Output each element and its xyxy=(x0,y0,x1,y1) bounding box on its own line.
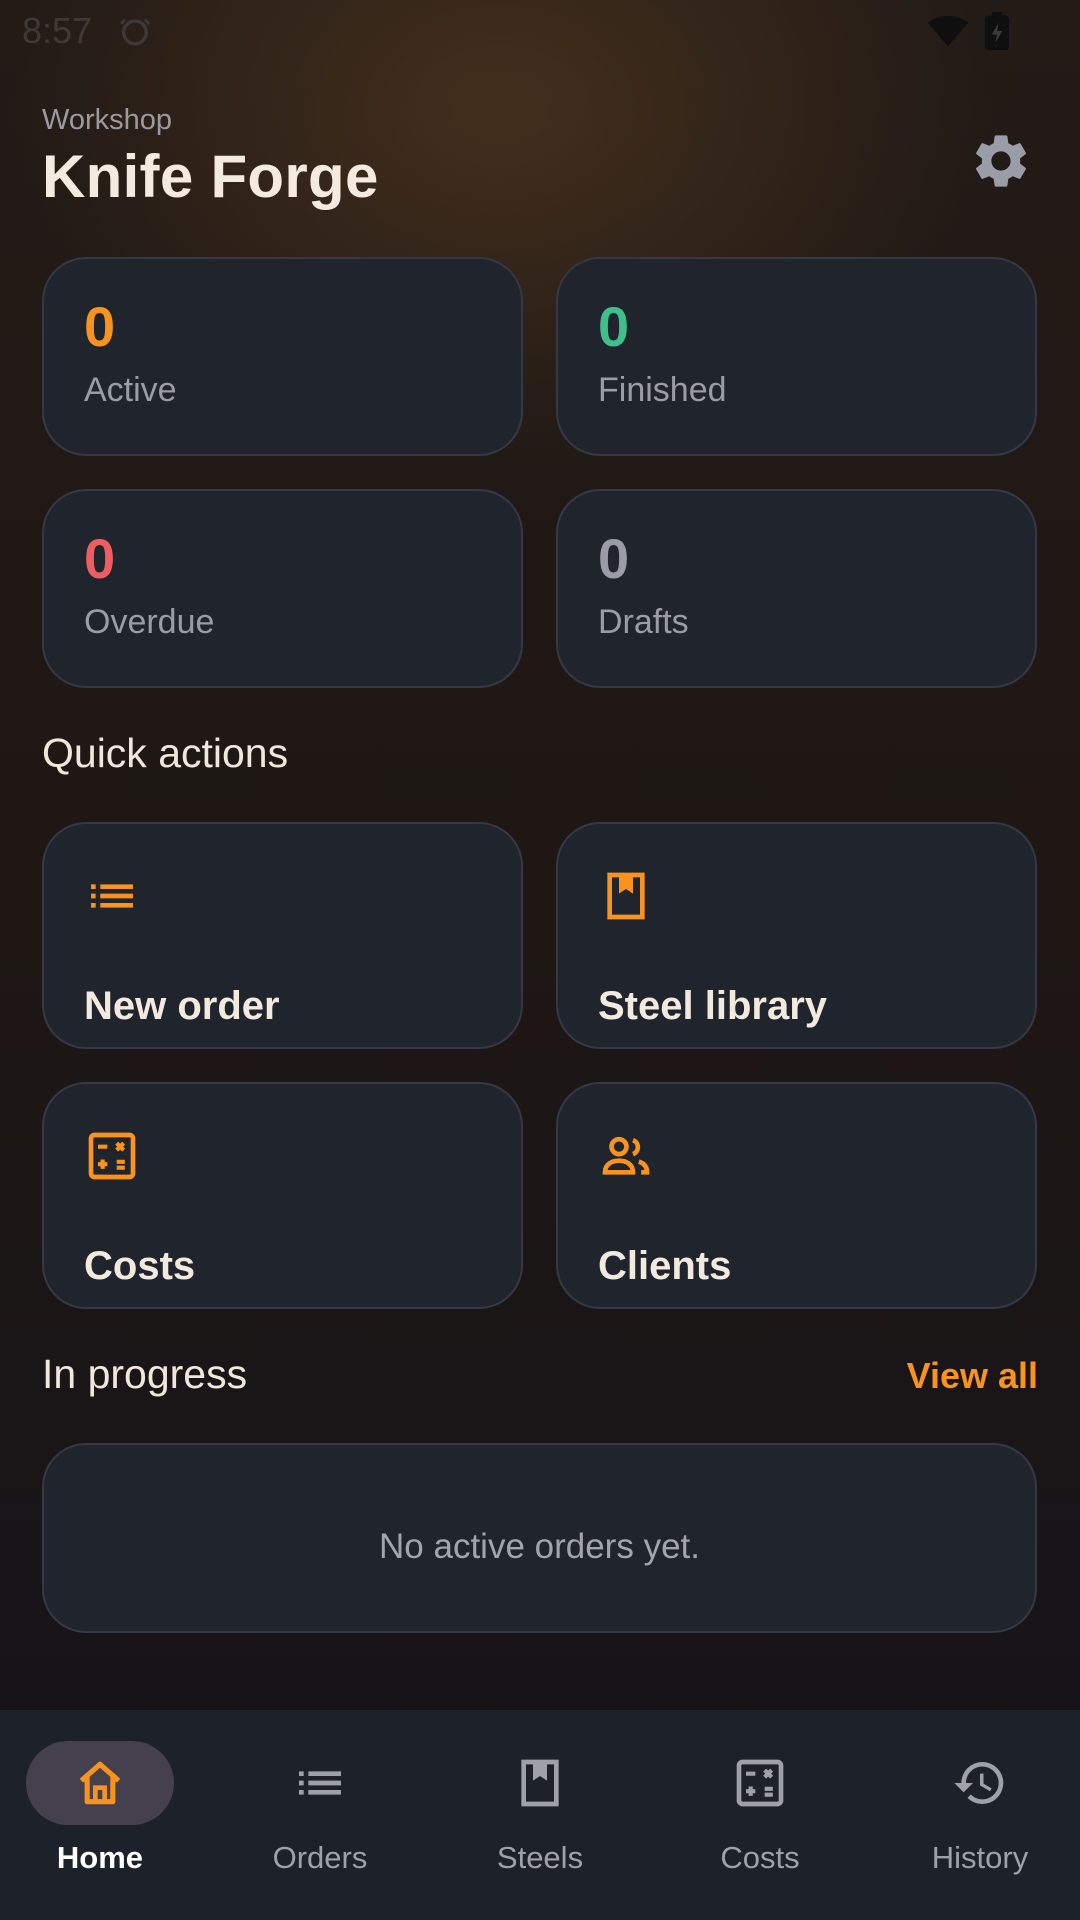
stat-label: Finished xyxy=(598,371,727,409)
app-screen: 8:57 Workshop Knife Forge 0 Active 0 Fin… xyxy=(0,0,1080,1920)
in-progress-heading: In progress xyxy=(42,1351,248,1397)
calculator-icon xyxy=(736,1759,784,1807)
bottom-navigation: Home Orders Steels Costs History xyxy=(0,1710,1080,1920)
nav-home[interactable]: Home xyxy=(0,1710,216,1920)
view-all-link[interactable]: View all xyxy=(907,1355,1038,1397)
nav-label: Costs xyxy=(720,1840,800,1875)
empty-message: No active orders yet. xyxy=(379,1527,700,1566)
clients-button[interactable]: Clients xyxy=(556,1082,1037,1309)
action-label: Steel library xyxy=(598,984,828,1028)
stat-value: 0 xyxy=(84,527,116,590)
stat-value: 0 xyxy=(84,295,116,358)
costs-button[interactable]: Costs xyxy=(42,1082,523,1309)
list-icon xyxy=(91,884,133,908)
stat-card-drafts[interactable]: 0 Drafts xyxy=(556,489,1037,688)
nav-label: History xyxy=(931,1840,1029,1875)
nav-orders[interactable]: Orders xyxy=(220,1710,436,1920)
home-icon xyxy=(79,1761,121,1805)
stat-card-overdue[interactable]: 0 Overdue xyxy=(42,489,523,688)
battery-icon xyxy=(984,12,1010,50)
settings-button[interactable] xyxy=(966,126,1036,196)
quick-actions-heading: Quick actions xyxy=(42,730,289,776)
nav-history[interactable]: History xyxy=(880,1710,1080,1920)
wifi-icon xyxy=(927,15,969,47)
stat-label: Active xyxy=(84,371,177,409)
nav-label: Orders xyxy=(272,1840,368,1875)
book-icon xyxy=(521,1759,559,1807)
stat-label: Overdue xyxy=(84,603,215,641)
history-icon xyxy=(954,1762,1004,1804)
steel-library-button[interactable]: Steel library xyxy=(556,822,1037,1049)
nav-label: Home xyxy=(56,1840,144,1875)
list-icon xyxy=(299,1771,341,1795)
gear-icon xyxy=(976,135,1026,187)
action-label: New order xyxy=(84,984,280,1028)
stat-value: 0 xyxy=(598,527,630,590)
action-label: Clients xyxy=(598,1244,732,1288)
stat-card-finished[interactable]: 0 Finished xyxy=(556,257,1037,456)
empty-orders-card: No active orders yet. xyxy=(42,1443,1037,1633)
page-title: Knife Forge xyxy=(42,143,379,210)
calculator-icon xyxy=(88,1132,136,1180)
nav-steels[interactable]: Steels xyxy=(440,1710,656,1920)
stat-value: 0 xyxy=(598,295,630,358)
nav-costs[interactable]: Costs xyxy=(660,1710,876,1920)
nav-label: Steels xyxy=(496,1840,584,1875)
alarm-icon xyxy=(119,18,151,46)
status-time: 8:57 xyxy=(22,10,93,51)
action-label: Costs xyxy=(84,1244,196,1288)
book-icon xyxy=(607,872,645,920)
header-eyebrow: Workshop xyxy=(42,104,173,136)
status-bar: 8:57 xyxy=(0,0,1080,64)
people-icon xyxy=(602,1136,650,1175)
stat-card-active[interactable]: 0 Active xyxy=(42,257,523,456)
new-order-button[interactable]: New order xyxy=(42,822,523,1049)
stat-label: Drafts xyxy=(598,603,689,641)
